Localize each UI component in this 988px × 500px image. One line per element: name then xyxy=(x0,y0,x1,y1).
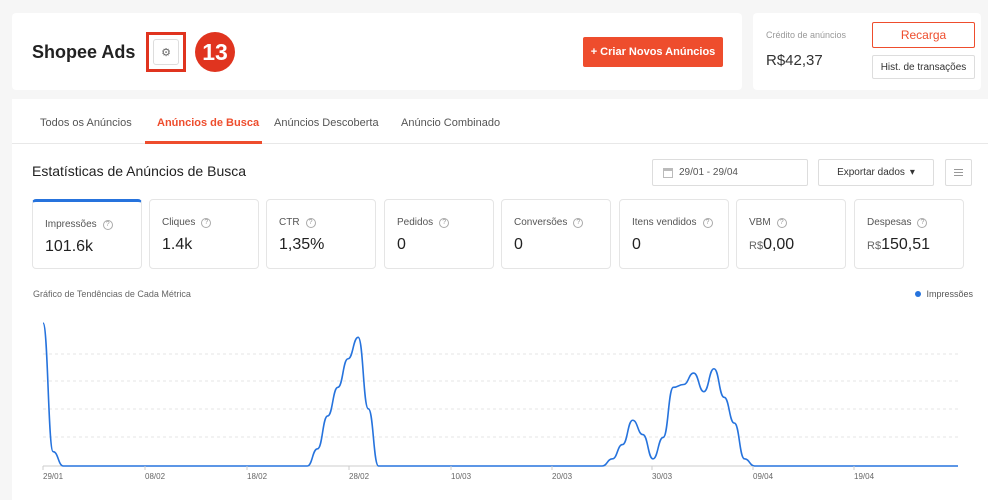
metric-value: 0 xyxy=(397,236,406,253)
export-data-button[interactable]: Exportar dados ▾ xyxy=(818,159,934,186)
x-tick-label: 29/01 xyxy=(43,472,64,481)
trend-chart: 29/01 08/02 18/02 28/02 10/03 20/03 30/03 09/04… xyxy=(42,322,958,481)
metric-value: 1,35% xyxy=(279,236,325,253)
metric-card-orders[interactable]: Pedidos? 0 xyxy=(384,199,494,269)
list-menu-button[interactable] xyxy=(945,159,972,186)
info-icon: ? xyxy=(573,217,584,228)
section-title: Estatísticas de Anúncios de Busca xyxy=(32,163,247,179)
series-line-impressions xyxy=(42,322,958,467)
info-icon: ? xyxy=(776,217,787,228)
x-tick-label: 19/04 xyxy=(854,472,875,481)
metric-value: 0 xyxy=(514,236,523,253)
metric-label: Despesas xyxy=(867,217,912,228)
chart-legend[interactable]: Impressões xyxy=(915,289,973,299)
recharge-button[interactable]: Recarga xyxy=(872,22,975,48)
date-range-value: 29/01 - 29/04 xyxy=(679,167,738,178)
x-tick-label: 08/02 xyxy=(145,472,166,481)
info-icon: ? xyxy=(305,217,316,228)
calendar-icon xyxy=(663,167,673,178)
metric-value: 0 xyxy=(632,236,641,253)
settings-button[interactable]: ⚙ xyxy=(146,32,186,72)
metric-label: Impressões xyxy=(45,219,97,230)
info-icon: ? xyxy=(201,217,212,228)
page-title: Shopee Ads xyxy=(32,42,136,62)
tab-combined-ads[interactable]: Anúncio Combinado xyxy=(401,117,500,129)
x-tick-label: 28/02 xyxy=(349,472,370,481)
create-ads-button[interactable]: + Criar Novos Anúncios xyxy=(583,37,723,67)
credit-label: Crédito de anúncios xyxy=(766,30,847,40)
menu-icon-line xyxy=(954,169,963,170)
date-range-picker[interactable]: 29/01 - 29/04 xyxy=(652,159,808,186)
active-tab-indicator xyxy=(145,141,262,144)
tab-search-ads[interactable]: Anúncios de Busca xyxy=(157,117,259,129)
metric-card-conversions[interactable]: Conversões? 0 xyxy=(501,199,611,269)
info-icon: ? xyxy=(702,217,713,228)
gear-icon: ⚙ xyxy=(153,39,179,65)
metric-label: Cliques xyxy=(162,217,196,228)
x-tick-label: 20/03 xyxy=(552,472,573,481)
export-label: Exportar dados xyxy=(837,167,905,178)
credit-value: R$42,37 xyxy=(766,52,823,69)
page: Shopee Ads ⚙ 13 + Criar Novos Anúncios C… xyxy=(0,0,988,500)
tab-bar: Todos os Anúncios Anúncios de Busca Anún… xyxy=(12,99,988,144)
metric-card-impressions[interactable]: Impressões? 101.6k xyxy=(32,199,142,269)
tab-all-ads[interactable]: Todos os Anúncios xyxy=(40,117,132,129)
menu-icon-line xyxy=(954,172,963,173)
metric-prefix: R$ xyxy=(867,240,882,252)
step-badge: 13 xyxy=(195,32,235,72)
chevron-down-icon: ▾ xyxy=(909,167,915,178)
metric-value: 150,51 xyxy=(881,236,930,253)
metric-card-gmv[interactable]: VBM? R$0,00 xyxy=(736,199,846,269)
metric-label: Pedidos xyxy=(397,217,434,228)
x-tick-label: 09/04 xyxy=(753,472,774,481)
metrics-row: Impressões? 101.6k Cliques? 1.4k CTR? 1,… xyxy=(32,199,972,269)
metric-value: 0,00 xyxy=(763,236,795,253)
metric-card-items-sold[interactable]: Itens vendidos? 0 xyxy=(619,199,729,269)
metric-prefix: R$ xyxy=(749,240,764,252)
header-card: Shopee Ads ⚙ 13 + Criar Novos Anúncios xyxy=(12,13,742,90)
info-icon: ? xyxy=(439,217,450,228)
metric-card-clicks[interactable]: Cliques? 1.4k xyxy=(149,199,259,269)
info-icon: ? xyxy=(102,219,113,230)
x-tick-label: 30/03 xyxy=(652,472,673,481)
credit-card: Crédito de anúncios R$42,37 Recarga Hist… xyxy=(753,13,981,90)
chart-title: Gráfico de Tendências de Cada Métrica xyxy=(33,289,191,299)
metric-value: 101.6k xyxy=(45,238,94,255)
menu-icon-line xyxy=(954,175,963,176)
metric-label: CTR xyxy=(279,217,300,228)
info-icon: ? xyxy=(917,217,928,228)
metric-label: Itens vendidos xyxy=(632,217,697,228)
transaction-history-button[interactable]: Hist. de transações xyxy=(872,55,975,79)
legend-dot-icon xyxy=(915,291,922,297)
metric-label: VBM xyxy=(749,217,771,228)
x-tick-label: 18/02 xyxy=(247,472,268,481)
tab-discovery-ads[interactable]: Anúncios Descoberta xyxy=(274,117,379,129)
legend-label: Impressões xyxy=(926,289,973,299)
metric-label: Conversões xyxy=(514,217,568,228)
metric-card-expenses[interactable]: Despesas? R$150,51 xyxy=(854,199,964,269)
metric-value: 1.4k xyxy=(162,236,193,253)
main-card: Todos os Anúncios Anúncios de Busca Anún… xyxy=(12,99,988,500)
x-tick-label: 10/03 xyxy=(451,472,472,481)
metric-card-ctr[interactable]: CTR? 1,35% xyxy=(266,199,376,269)
